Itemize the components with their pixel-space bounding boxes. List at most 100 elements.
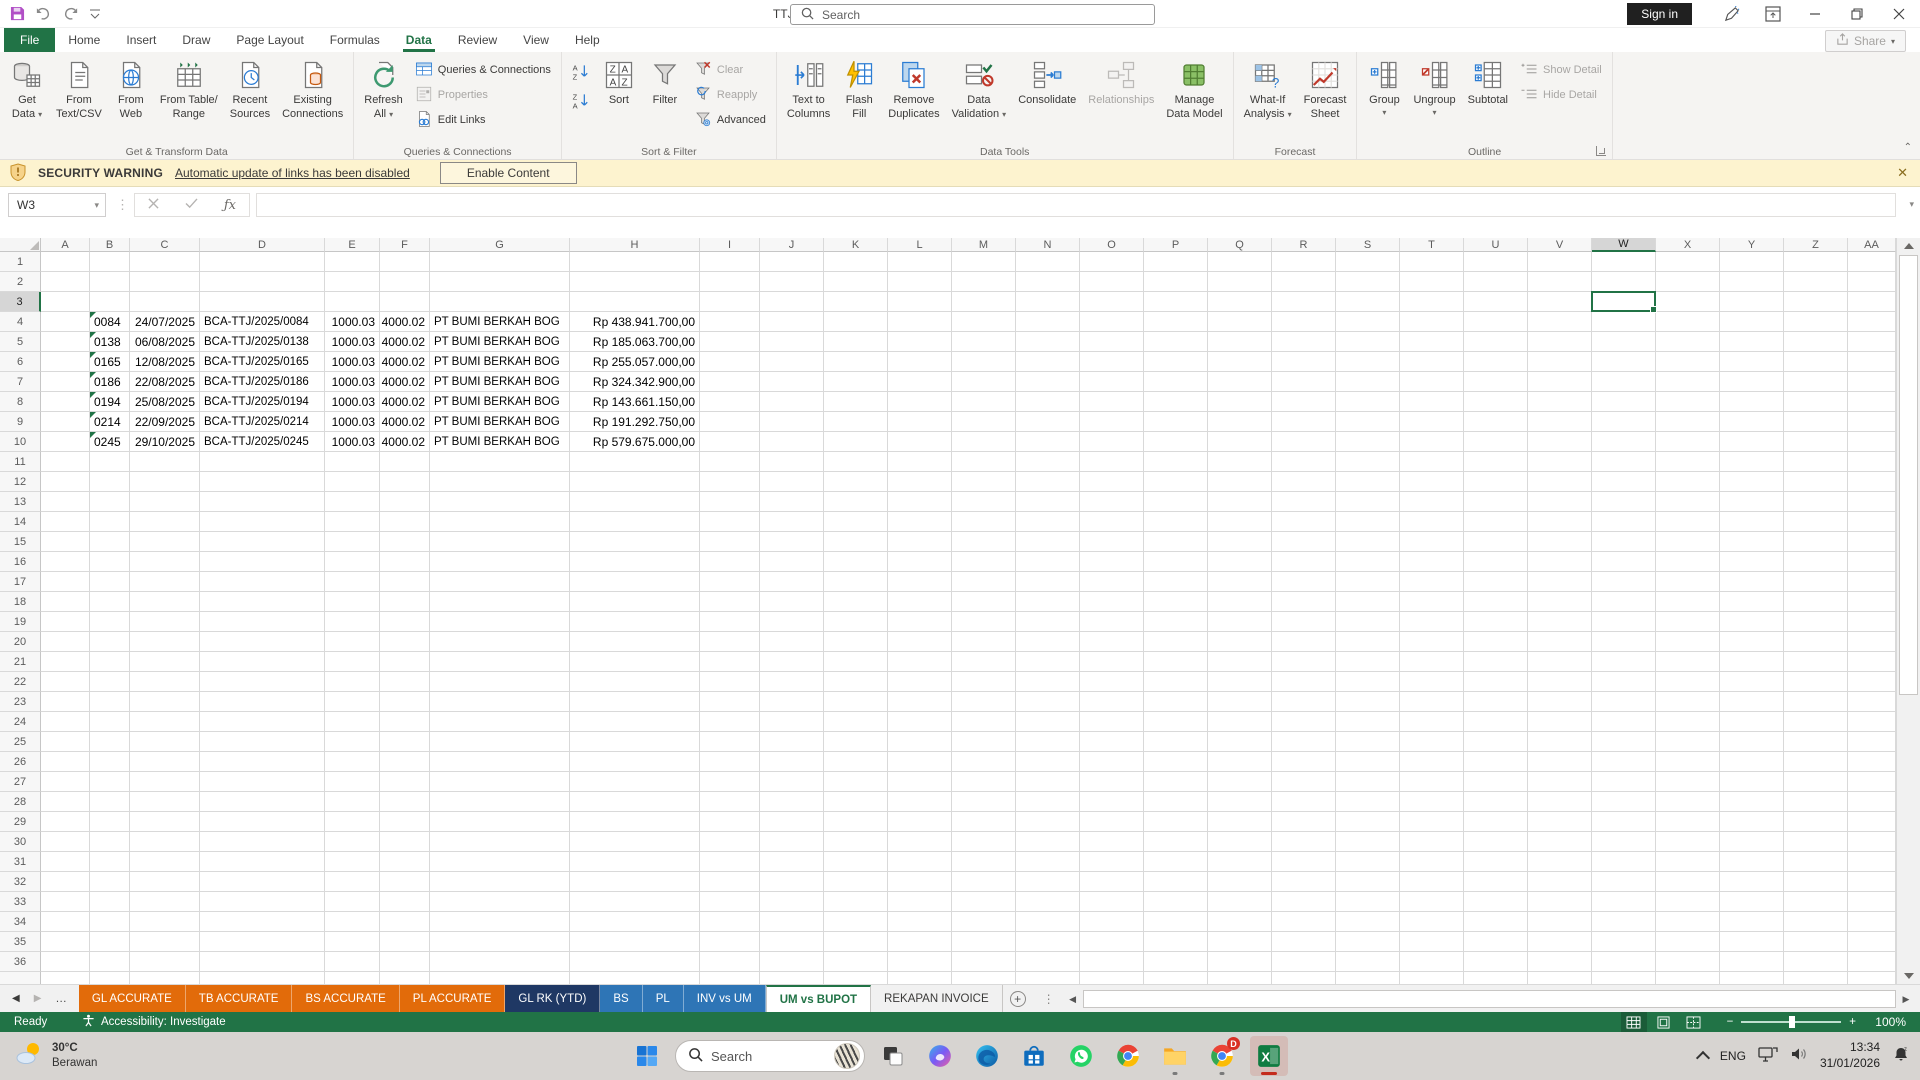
grid-cell[interactable] bbox=[1656, 772, 1720, 792]
grid-cell[interactable] bbox=[952, 772, 1016, 792]
grid-cell[interactable] bbox=[380, 472, 430, 492]
column-header-X[interactable]: X bbox=[1656, 238, 1720, 252]
grid-cell[interactable] bbox=[1656, 392, 1720, 412]
grid-cell[interactable] bbox=[1016, 872, 1080, 892]
grid-cell[interactable] bbox=[1016, 272, 1080, 292]
grid-cell[interactable] bbox=[952, 312, 1016, 332]
cancel-entry-icon[interactable] bbox=[148, 196, 159, 214]
grid-cell[interactable] bbox=[1208, 412, 1272, 432]
grid-cell[interactable] bbox=[130, 732, 200, 752]
expand-formula-bar-icon[interactable]: ▾ bbox=[1909, 199, 1914, 210]
grid-cell[interactable] bbox=[700, 412, 760, 432]
grid-cell[interactable] bbox=[700, 472, 760, 492]
ribbon-display-options-icon[interactable] bbox=[1752, 0, 1794, 28]
grid-cell[interactable] bbox=[1656, 552, 1720, 572]
grid-cell[interactable] bbox=[41, 392, 90, 412]
grid-cell[interactable] bbox=[824, 892, 888, 912]
grid-cell[interactable] bbox=[41, 552, 90, 572]
grid-cell[interactable] bbox=[1720, 832, 1784, 852]
grid-cell[interactable] bbox=[1592, 832, 1656, 852]
select-all-corner[interactable] bbox=[0, 238, 41, 252]
zoom-out-icon[interactable]: − bbox=[1727, 1016, 1734, 1028]
grid-cell[interactable] bbox=[430, 612, 570, 632]
grid-cell[interactable] bbox=[1208, 872, 1272, 892]
grid-cell[interactable] bbox=[1400, 792, 1464, 812]
grid-cell[interactable] bbox=[1080, 832, 1144, 852]
grid-cell[interactable] bbox=[1528, 932, 1592, 952]
ribbon-button-manage-data-model[interactable]: ManageData Model bbox=[1160, 55, 1228, 141]
grid-cell[interactable] bbox=[1400, 972, 1464, 984]
grid-cell[interactable]: BCA-TTJ/2025/0186 bbox=[200, 372, 325, 392]
grid-cell[interactable] bbox=[888, 912, 952, 932]
grid-cell[interactable] bbox=[1144, 912, 1208, 932]
grid-cell[interactable] bbox=[41, 972, 90, 984]
grid-cell[interactable] bbox=[1848, 432, 1896, 452]
grid-cell[interactable] bbox=[888, 712, 952, 732]
grid-cell[interactable] bbox=[1464, 712, 1528, 732]
row-header-6[interactable]: 6 bbox=[0, 352, 41, 372]
grid-cell[interactable] bbox=[325, 872, 380, 892]
grid-cell[interactable] bbox=[1080, 352, 1144, 372]
grid-cell[interactable] bbox=[1144, 752, 1208, 772]
grid-cell[interactable] bbox=[1272, 252, 1336, 272]
grid-cell[interactable] bbox=[700, 512, 760, 532]
grid-cell[interactable] bbox=[1016, 832, 1080, 852]
grid-cell[interactable] bbox=[760, 732, 824, 752]
grid-cell[interactable] bbox=[1592, 892, 1656, 912]
grid-cell[interactable] bbox=[130, 532, 200, 552]
grid-cell[interactable] bbox=[1208, 852, 1272, 872]
grid-cell[interactable] bbox=[90, 472, 130, 492]
grid-cell[interactable] bbox=[1144, 292, 1208, 312]
grid-cell[interactable] bbox=[700, 872, 760, 892]
grid-cell[interactable] bbox=[430, 472, 570, 492]
grid-cell[interactable] bbox=[1592, 572, 1656, 592]
grid-cell[interactable]: 1000.03 bbox=[325, 312, 380, 332]
grid-cell[interactable] bbox=[1656, 452, 1720, 472]
grid-cell[interactable]: 29/10/2025 bbox=[130, 432, 200, 452]
grid-cell[interactable] bbox=[570, 532, 700, 552]
grid-cell[interactable] bbox=[888, 372, 952, 392]
grid-cell[interactable] bbox=[1336, 492, 1400, 512]
grid-cell[interactable] bbox=[888, 872, 952, 892]
grid-cell[interactable] bbox=[1016, 772, 1080, 792]
grid-cell[interactable] bbox=[570, 772, 700, 792]
grid-cell[interactable] bbox=[570, 552, 700, 572]
zoom-percentage[interactable]: 100% bbox=[1864, 1015, 1906, 1029]
grid-cell[interactable] bbox=[1784, 812, 1848, 832]
grid-cell[interactable] bbox=[200, 752, 325, 772]
grid-cell[interactable] bbox=[325, 672, 380, 692]
grid-cell[interactable] bbox=[1528, 512, 1592, 532]
row-header-13[interactable]: 13 bbox=[0, 492, 41, 512]
grid-cell[interactable] bbox=[1208, 792, 1272, 812]
grid-cell[interactable] bbox=[1208, 772, 1272, 792]
grid-cell[interactable] bbox=[1080, 912, 1144, 932]
grid-cell[interactable] bbox=[1464, 292, 1528, 312]
grid-cell[interactable] bbox=[824, 352, 888, 372]
confirm-entry-icon[interactable] bbox=[185, 196, 198, 214]
row-header-15[interactable]: 15 bbox=[0, 532, 41, 552]
grid-cell[interactable] bbox=[760, 912, 824, 932]
grid-cell[interactable] bbox=[1592, 552, 1656, 572]
grid-cell[interactable] bbox=[1784, 532, 1848, 552]
grid-cell[interactable] bbox=[824, 912, 888, 932]
grid-cell[interactable] bbox=[888, 332, 952, 352]
grid-cell[interactable] bbox=[1528, 392, 1592, 412]
grid-cell[interactable] bbox=[1336, 632, 1400, 652]
grid-cell[interactable] bbox=[700, 312, 760, 332]
grid-cell[interactable] bbox=[325, 252, 380, 272]
grid-cell[interactable] bbox=[1592, 592, 1656, 612]
grid-cell[interactable] bbox=[1464, 652, 1528, 672]
grid-cell[interactable] bbox=[700, 752, 760, 772]
grid-cell[interactable] bbox=[1464, 472, 1528, 492]
grid-cell[interactable] bbox=[1720, 452, 1784, 472]
sheet-tab-bs-accurate[interactable]: BS ACCURATE bbox=[292, 985, 399, 1012]
grid-cell[interactable] bbox=[1656, 532, 1720, 552]
grid-cell[interactable] bbox=[1336, 552, 1400, 572]
grid-cell[interactable] bbox=[1144, 372, 1208, 392]
scroll-right-icon[interactable]: ▶ bbox=[1898, 989, 1914, 1009]
grid-cell[interactable] bbox=[700, 672, 760, 692]
grid-cell[interactable] bbox=[1656, 312, 1720, 332]
grid-cell[interactable]: Rp 191.292.750,00 bbox=[570, 412, 700, 432]
grid-cell[interactable] bbox=[1592, 252, 1656, 272]
grid-cell[interactable] bbox=[1208, 432, 1272, 452]
